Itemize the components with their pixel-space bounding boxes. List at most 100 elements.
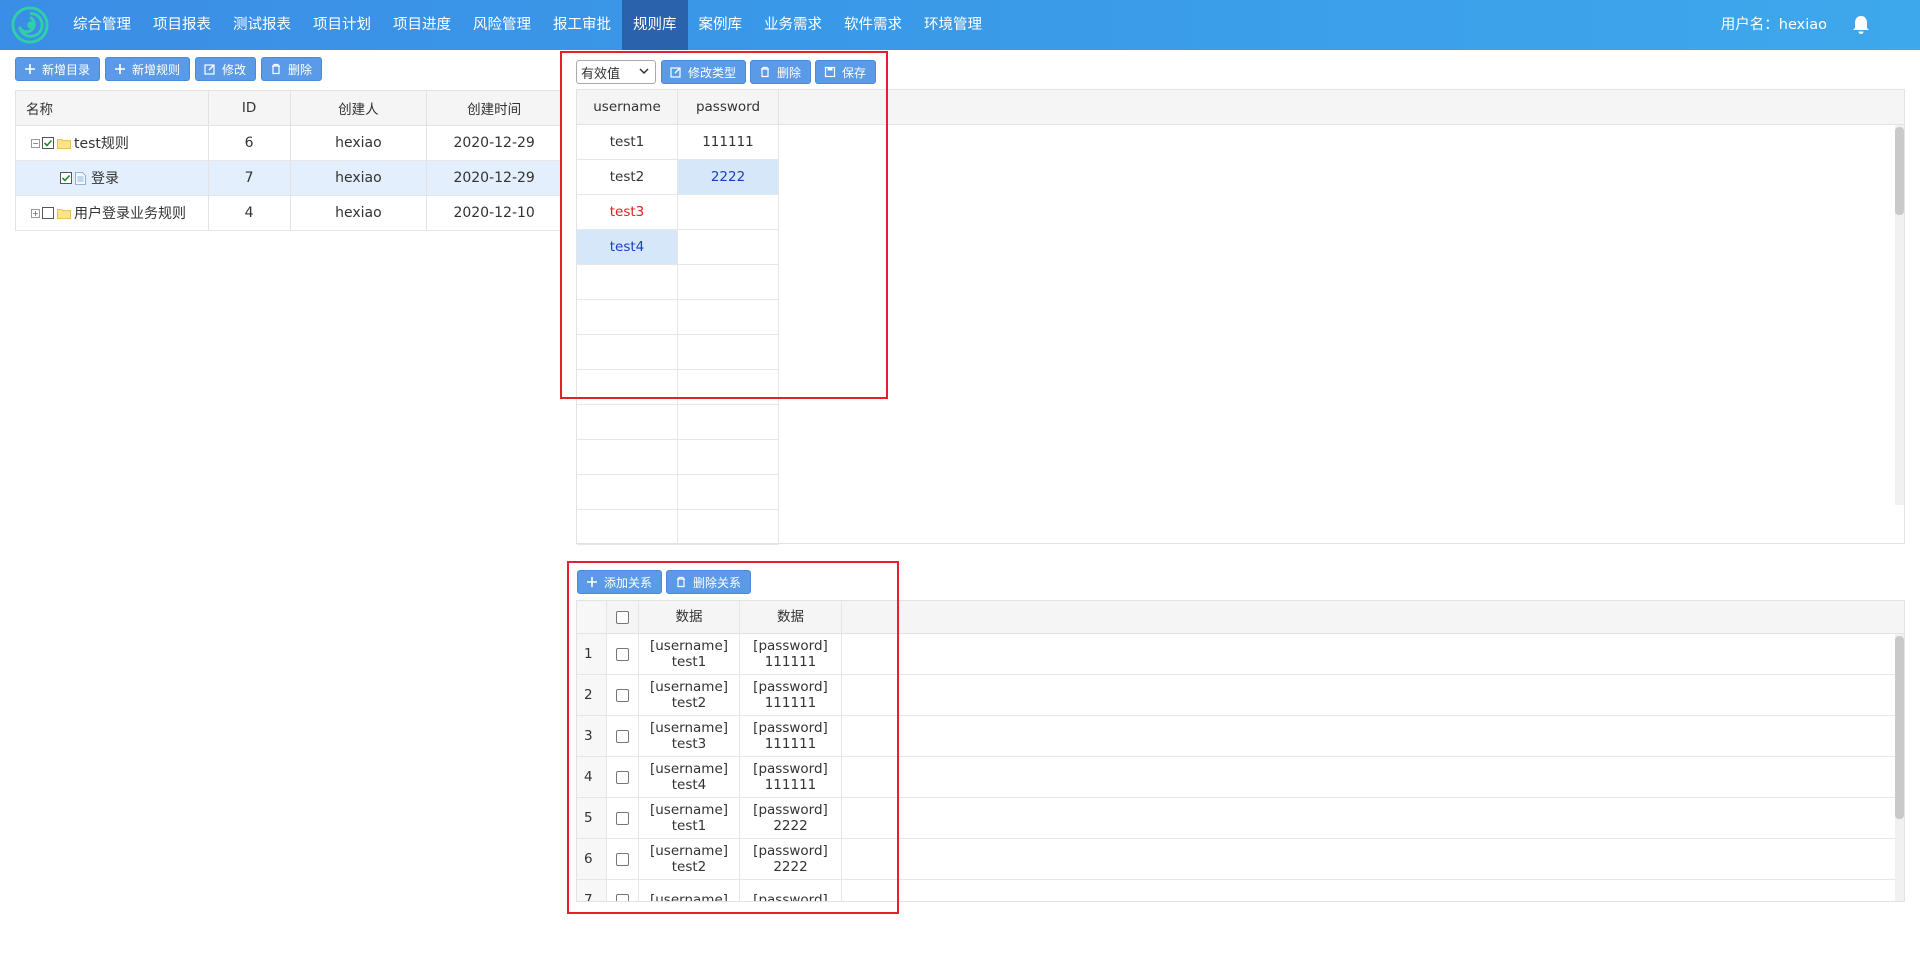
password-cell[interactable] bbox=[678, 230, 779, 265]
row-checkbox[interactable] bbox=[616, 729, 629, 743]
nav-item[interactable]: 风险管理 bbox=[462, 0, 542, 50]
username-cell[interactable] bbox=[577, 265, 678, 300]
password-cell[interactable] bbox=[678, 265, 779, 300]
tree-row[interactable]: 登录 7 hexiao 2020-12-29 bbox=[16, 161, 561, 196]
username-cell[interactable] bbox=[577, 510, 678, 545]
value-type-selected: 有效值 bbox=[581, 66, 621, 82]
nav-item[interactable]: 案例库 bbox=[688, 0, 754, 50]
delete-relation-button[interactable]: 删除关系 bbox=[666, 570, 752, 594]
tree-node-label[interactable]: 用户登录业务规则 bbox=[74, 203, 186, 223]
data-row bbox=[577, 440, 1904, 475]
row-checkbox[interactable] bbox=[616, 811, 629, 825]
add-directory-button[interactable]: 新增目录 bbox=[15, 57, 101, 81]
row-checkbox[interactable] bbox=[616, 647, 629, 661]
tree-node-label[interactable]: test规则 bbox=[74, 133, 129, 153]
password-cell[interactable] bbox=[678, 370, 779, 405]
relation-data-cell: [username] test2 bbox=[639, 839, 740, 879]
edit-icon bbox=[670, 67, 681, 78]
password-cell[interactable]: 2222 bbox=[678, 160, 779, 195]
tree-row[interactable]: + 用户登录业务规则 4 hexiao 2020-12-10 bbox=[16, 196, 561, 231]
nav-item[interactable]: 报工审批 bbox=[542, 0, 622, 50]
username-cell[interactable]: test1 bbox=[577, 125, 678, 160]
password-cell[interactable] bbox=[678, 440, 779, 475]
nav-item[interactable]: 环境管理 bbox=[913, 0, 993, 50]
nav-item[interactable]: 项目报表 bbox=[142, 0, 222, 50]
username-field-tag: [username] bbox=[649, 761, 729, 777]
password-field-tag: [password] bbox=[753, 638, 828, 654]
delete-label: 删除 bbox=[288, 62, 313, 77]
password-cell[interactable] bbox=[678, 195, 779, 230]
username-cell[interactable]: test2 bbox=[577, 160, 678, 195]
add-directory-label: 新增目录 bbox=[42, 62, 91, 77]
relation-row: 5 [username] test1 [password] 2222 bbox=[577, 798, 1904, 839]
username-cell[interactable] bbox=[577, 475, 678, 510]
add-rule-button[interactable]: 新增规则 bbox=[105, 57, 191, 81]
row-select-cell bbox=[607, 716, 639, 756]
username-cell[interactable] bbox=[577, 405, 678, 440]
password-value: 111111 bbox=[764, 777, 817, 793]
nav-item[interactable]: 规则库 bbox=[622, 0, 688, 50]
select-all-checkbox[interactable] bbox=[616, 610, 629, 624]
nav-item[interactable]: 项目计划 bbox=[302, 0, 382, 50]
password-cell[interactable] bbox=[678, 405, 779, 440]
password-cell[interactable] bbox=[678, 300, 779, 335]
username-cell[interactable] bbox=[577, 335, 678, 370]
password-field-tag: [password] bbox=[753, 720, 828, 736]
modify-type-button[interactable]: 修改类型 bbox=[661, 60, 747, 84]
username-cell[interactable]: test3 bbox=[577, 195, 678, 230]
data-row bbox=[577, 265, 1904, 300]
tree-name-cell: − test规则 bbox=[16, 126, 209, 160]
delete-data-label: 删除 bbox=[777, 65, 802, 80]
bell-icon[interactable] bbox=[1852, 15, 1870, 35]
row-checkbox[interactable] bbox=[616, 770, 629, 784]
trash-icon bbox=[272, 63, 280, 75]
tree-checkbox[interactable] bbox=[42, 137, 54, 149]
relation-grid-scrollbar[interactable] bbox=[1895, 636, 1904, 819]
row-select-cell bbox=[607, 634, 639, 674]
password-field-tag: [password] bbox=[753, 679, 828, 695]
username-field-tag: [username] bbox=[649, 843, 729, 859]
tree-node-label[interactable]: 登录 bbox=[91, 168, 119, 188]
username-cell[interactable] bbox=[577, 300, 678, 335]
username-cell[interactable]: test4 bbox=[577, 230, 678, 265]
save-button[interactable]: 保存 bbox=[815, 60, 877, 84]
nav-item[interactable]: 业务需求 bbox=[753, 0, 833, 50]
edit-button[interactable]: 修改 bbox=[195, 57, 257, 81]
row-number: 5 bbox=[577, 798, 607, 838]
password-cell[interactable] bbox=[678, 475, 779, 510]
header-data-2: 数据 bbox=[740, 601, 842, 633]
delete-button[interactable]: 删除 bbox=[261, 57, 323, 81]
swirl-logo-icon[interactable] bbox=[11, 6, 49, 44]
password-field-tag: [password] bbox=[753, 761, 828, 777]
value-type-select[interactable]: 有效值 bbox=[576, 60, 656, 84]
username-cell[interactable] bbox=[577, 440, 678, 475]
relation-grid-body: 1 [username] test1 [password] 111111 2 [… bbox=[577, 634, 1904, 901]
password-cell[interactable] bbox=[678, 510, 779, 545]
collapse-icon[interactable]: − bbox=[31, 138, 40, 148]
row-checkbox[interactable] bbox=[616, 893, 629, 901]
username-label[interactable]: 用户名：hexiao bbox=[1721, 0, 1827, 50]
data-row bbox=[577, 475, 1904, 510]
username-field-tag: [username] bbox=[649, 679, 729, 695]
nav-item[interactable]: 综合管理 bbox=[62, 0, 142, 50]
add-rule-label: 新增规则 bbox=[132, 62, 181, 77]
add-relation-button[interactable]: 添加关系 bbox=[577, 570, 663, 594]
plus-icon bbox=[115, 64, 125, 74]
row-checkbox[interactable] bbox=[616, 688, 629, 702]
password-cell[interactable] bbox=[678, 335, 779, 370]
username-cell[interactable] bbox=[577, 370, 678, 405]
relation-data-cell: [password] 111111 bbox=[740, 675, 842, 715]
plus-icon bbox=[587, 577, 597, 587]
nav-item[interactable]: 项目进度 bbox=[382, 0, 462, 50]
row-checkbox[interactable] bbox=[616, 852, 629, 866]
expand-icon[interactable]: + bbox=[31, 208, 40, 218]
data-grid-scrollbar[interactable] bbox=[1895, 127, 1904, 215]
tree-creator-cell: hexiao bbox=[291, 126, 428, 160]
nav-item[interactable]: 测试报表 bbox=[222, 0, 302, 50]
delete-data-button[interactable]: 删除 bbox=[750, 60, 812, 84]
tree-checkbox[interactable] bbox=[60, 172, 72, 184]
password-cell[interactable]: 111111 bbox=[678, 125, 779, 160]
nav-item[interactable]: 软件需求 bbox=[833, 0, 913, 50]
tree-row[interactable]: − test规则 6 hexiao 2020-12-29 bbox=[16, 126, 561, 161]
tree-checkbox[interactable] bbox=[42, 207, 54, 219]
